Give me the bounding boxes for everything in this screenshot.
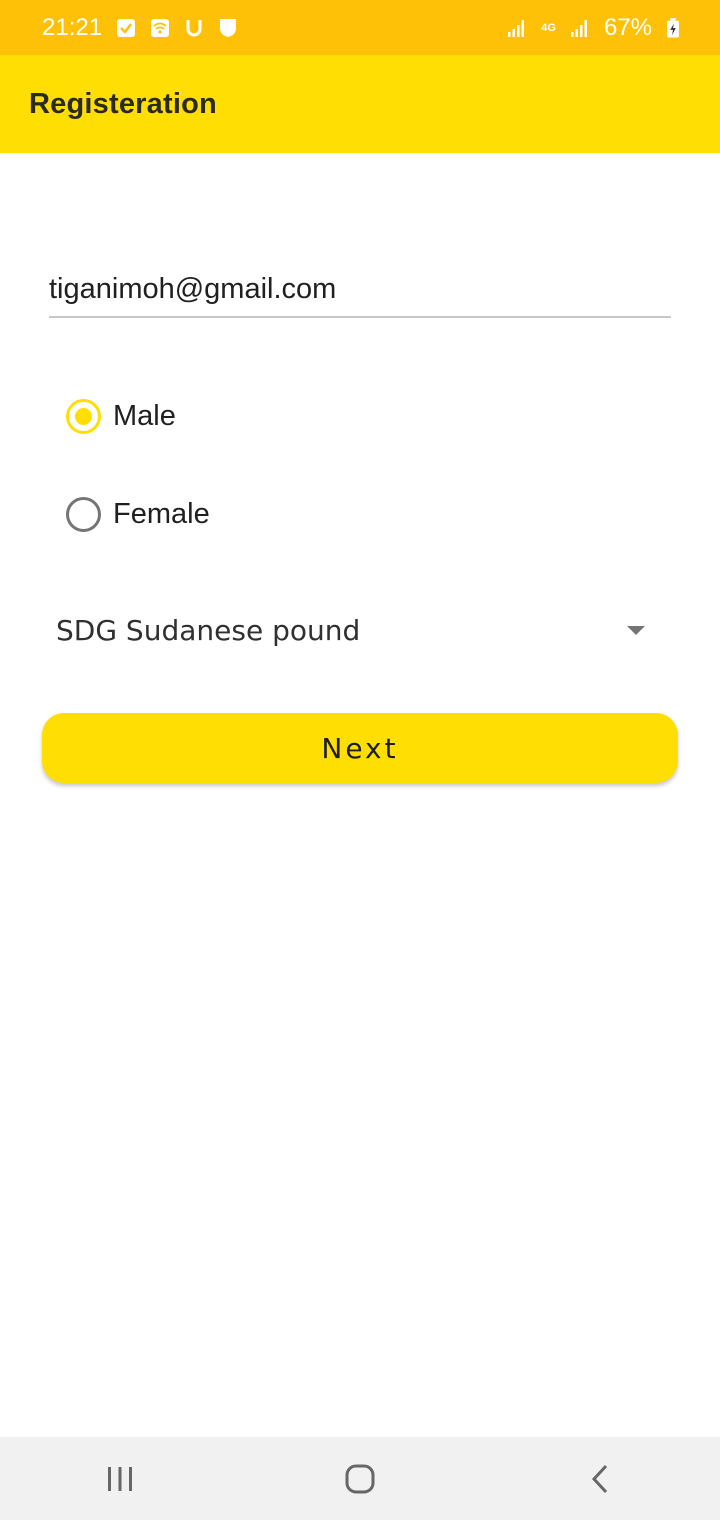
home-button[interactable] xyxy=(325,1449,395,1509)
app-bar: Registeration xyxy=(0,55,720,153)
radio-dot xyxy=(75,408,92,425)
radio-unchecked-icon xyxy=(66,497,101,532)
back-icon xyxy=(591,1464,608,1493)
shield-icon xyxy=(218,18,238,38)
next-button[interactable]: Next xyxy=(42,713,678,783)
recents-button[interactable] xyxy=(85,1449,155,1509)
radio-label-female: Female xyxy=(113,498,210,530)
back-button[interactable] xyxy=(565,1449,635,1509)
radio-label-male: Male xyxy=(113,400,176,432)
system-nav-bar xyxy=(0,1437,720,1520)
network-type: 4G xyxy=(541,21,556,34)
radio-checked-icon xyxy=(66,399,101,434)
status-bar: 21:21 4G 67% xyxy=(0,0,720,55)
recents-icon xyxy=(108,1466,132,1491)
home-icon xyxy=(345,1464,375,1493)
radio-male[interactable]: Male xyxy=(66,399,176,434)
u-icon xyxy=(184,18,204,38)
currency-dropdown[interactable]: SDG Sudanese pound xyxy=(56,600,656,660)
radio-female[interactable]: Female xyxy=(66,497,210,532)
email-field[interactable] xyxy=(49,262,671,318)
dropdown-arrow-icon xyxy=(627,625,645,635)
status-right: 4G 67% xyxy=(507,14,680,42)
signal-icon xyxy=(570,18,590,38)
battery-percent: 67% xyxy=(603,13,652,41)
status-time: 21:21 xyxy=(42,13,103,41)
signal-icon xyxy=(507,18,527,38)
battery-icon xyxy=(666,17,680,38)
currency-selected-value: SDG Sudanese pound xyxy=(56,613,361,647)
checkbox-icon xyxy=(116,18,136,38)
status-left: 21:21 xyxy=(42,14,238,42)
wifi-hotspot-icon xyxy=(150,18,170,38)
page-title: Registeration xyxy=(29,87,217,120)
